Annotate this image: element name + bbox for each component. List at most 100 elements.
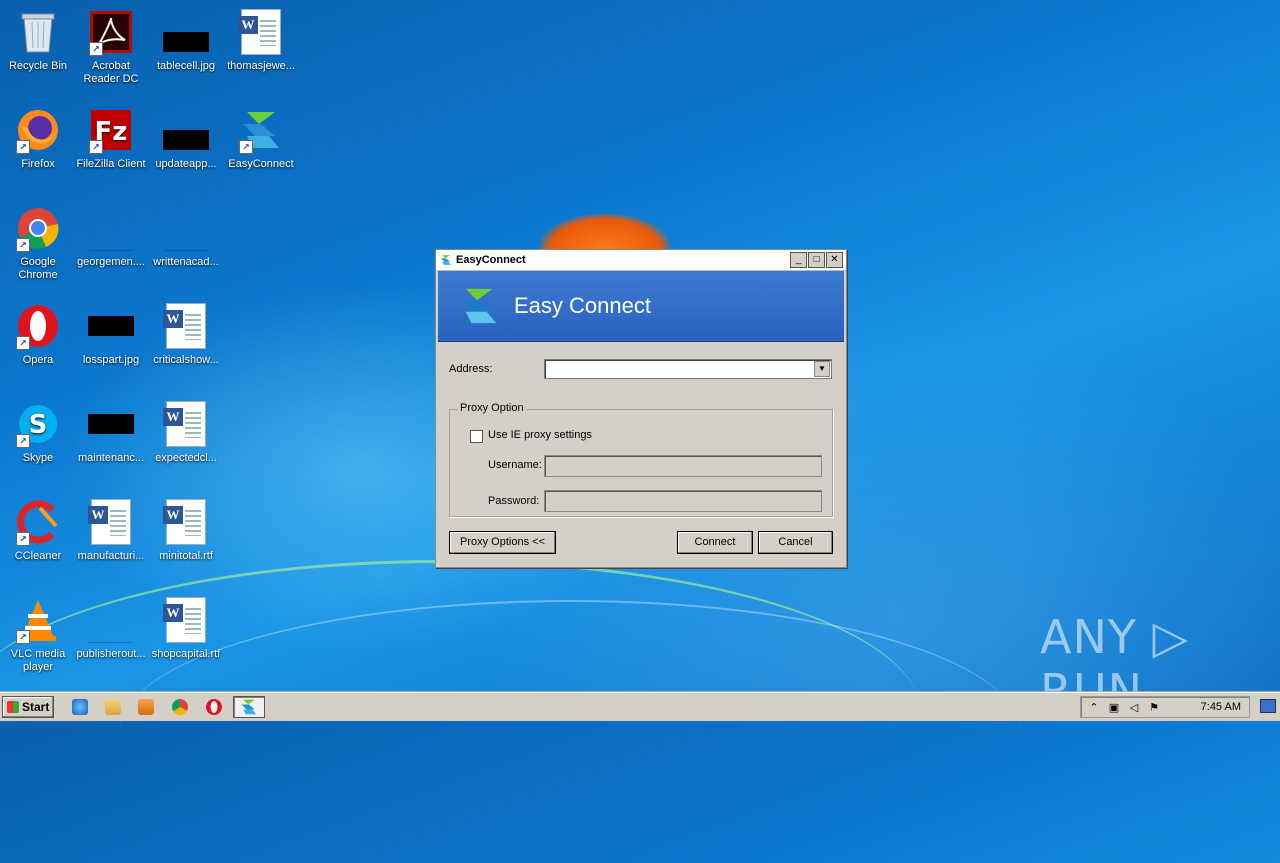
desktop-icon-word-doc[interactable]: W shopcapital.rtf <box>148 596 224 661</box>
network-icon[interactable]: ▣ <box>1107 701 1121 714</box>
password-label: Password: <box>488 495 540 507</box>
icon-label: minitotal.rtf <box>159 550 213 562</box>
acrobat-icon: ↗ <box>87 8 135 56</box>
minimize-button[interactable]: _ <box>790 252 807 268</box>
icon-label: shopcapital.rtf <box>151 648 221 660</box>
icon-label: criticalshow... <box>153 354 219 366</box>
desktop-icon-recycle-bin[interactable]: Recycle Bin <box>0 8 76 73</box>
desktop-icon-image-file[interactable]: updateapp... <box>148 106 224 171</box>
desktop-icon-file[interactable]: georgemen.... <box>73 204 149 269</box>
desktop-icon-firefox[interactable]: ↗ Firefox <box>0 106 76 171</box>
media-player-icon[interactable] <box>138 699 154 715</box>
dialog-titlebar[interactable]: EasyConnect _ □ ✕ <box>436 250 846 271</box>
address-label: Address: <box>449 363 493 375</box>
shortcut-arrow-icon: ↗ <box>16 238 30 252</box>
dialog-banner: Easy Connect <box>438 271 844 342</box>
icon-label: tablecell.jpg <box>156 60 216 72</box>
desktop-icon-file[interactable]: publisherout... <box>73 596 149 661</box>
word-document-icon: W <box>87 498 135 546</box>
proxy-group-label: Proxy Option <box>458 402 526 414</box>
desktop-icon-google-chrome[interactable]: ↗ Google Chrome <box>0 204 76 282</box>
start-label: Start <box>22 700 50 714</box>
close-button[interactable]: ✕ <box>826 252 843 268</box>
maximize-button[interactable]: □ <box>808 252 825 268</box>
chrome-icon[interactable] <box>172 699 188 715</box>
image-thumbnail-icon <box>87 302 135 350</box>
easyconnect-icon: ↗ <box>237 106 285 154</box>
icon-label: writtenacad... <box>153 256 219 268</box>
internet-explorer-icon[interactable] <box>72 699 88 715</box>
icon-label: EasyConnect <box>228 158 294 170</box>
word-document-icon: W <box>237 8 285 56</box>
flag-icon[interactable]: ⚑ <box>1147 701 1161 714</box>
username-field <box>544 455 822 477</box>
connect-button[interactable]: Connect <box>677 531 753 554</box>
icon-label: Google Chrome <box>18 256 58 281</box>
easyconnect-app-icon <box>441 255 451 265</box>
desktop-icon-vlc[interactable]: ↗ VLC media player <box>0 596 76 674</box>
icon-label: updateapp... <box>155 158 217 170</box>
desktop-icon-easyconnect[interactable]: ↗ EasyConnect <box>223 106 299 171</box>
firefox-icon: ↗ <box>14 106 62 154</box>
word-document-icon: W <box>162 596 210 644</box>
folder-icon[interactable] <box>105 699 121 715</box>
shortcut-arrow-icon: ↗ <box>89 42 103 56</box>
shortcut-arrow-icon: ↗ <box>16 532 30 546</box>
desktop-icon-ccleaner[interactable]: ↗ CCleaner <box>0 498 76 563</box>
icon-label: expectedcl... <box>155 452 217 464</box>
use-ie-proxy-checkbox[interactable] <box>470 430 483 443</box>
icon-label: manufacturi... <box>77 550 145 562</box>
image-thumbnail-icon <box>162 8 210 56</box>
desktop-icon-image-file[interactable]: tablecell.jpg <box>148 8 224 73</box>
start-button[interactable]: Start <box>2 696 54 718</box>
word-document-icon: W <box>162 498 210 546</box>
shortcut-arrow-icon: ↗ <box>239 140 253 154</box>
clock[interactable]: 7:45 AM <box>1201 701 1241 713</box>
opera-icon[interactable] <box>206 699 222 715</box>
shortcut-arrow-icon: ↗ <box>16 630 30 644</box>
address-combobox[interactable]: ▼ <box>544 359 832 379</box>
desktop-icon-word-doc[interactable]: W manufacturi... <box>73 498 149 563</box>
desktop-icon-file[interactable]: writtenacad... <box>148 204 224 269</box>
proxy-options-button[interactable]: Proxy Options << <box>449 531 556 554</box>
word-document-icon: W <box>162 302 210 350</box>
filezilla-icon: Fz ↗ <box>87 106 135 154</box>
volume-icon[interactable]: ◁ <box>1127 701 1141 714</box>
desktop-icon-acrobat-reader[interactable]: ↗ Acrobat Reader DC <box>73 8 149 86</box>
taskbar-easyconnect-button[interactable] <box>233 696 265 718</box>
file-icon <box>162 204 210 252</box>
desktop-icon-image-file[interactable]: losspart.jpg <box>73 302 149 367</box>
icon-label: Recycle Bin <box>8 60 68 72</box>
icon-label: Acrobat Reader DC <box>83 60 139 85</box>
desktop-icon-image-file[interactable]: maintenanc... <box>73 400 149 465</box>
icon-label: CCleaner <box>14 550 62 562</box>
chrome-icon: ↗ <box>14 204 62 252</box>
desktop-icon-word-doc[interactable]: W expectedcl... <box>148 400 224 465</box>
wallpaper-swirl <box>120 600 1020 862</box>
dropdown-arrow-icon[interactable]: ▼ <box>814 361 830 377</box>
show-desktop-button[interactable] <box>1260 699 1276 713</box>
shortcut-arrow-icon: ↗ <box>89 140 103 154</box>
desktop-icon-opera[interactable]: ↗ Opera <box>0 302 76 367</box>
easyconnect-logo-icon <box>461 288 497 324</box>
desktop-icon-word-doc[interactable]: W criticalshow... <box>148 302 224 367</box>
icon-label: thomasjewe... <box>227 60 295 72</box>
opera-icon: ↗ <box>14 302 62 350</box>
desktop-icon-word-doc[interactable]: W minitotal.rtf <box>148 498 224 563</box>
icon-label: publisherout... <box>76 648 146 660</box>
icon-label: Skype <box>22 452 54 464</box>
desktop-icon-word-doc[interactable]: W thomasjewe... <box>223 8 299 73</box>
use-ie-proxy-label[interactable]: Use IE proxy settings <box>488 429 592 441</box>
easyconnect-icon <box>241 699 257 715</box>
desktop-icon-filezilla[interactable]: Fz ↗ FileZilla Client <box>73 106 149 171</box>
recycle-bin-icon <box>14 8 62 56</box>
cancel-button[interactable]: Cancel <box>758 531 833 554</box>
image-thumbnail-icon <box>87 400 135 448</box>
vlc-icon: ↗ <box>14 596 62 644</box>
system-tray: ⌃ ▣ ◁ ⚑ 7:45 AM <box>1080 696 1250 718</box>
desktop-icon-skype[interactable]: S ↗ Skype <box>0 400 76 465</box>
icon-label: VLC media player <box>10 648 66 673</box>
windows-logo-icon <box>7 701 19 713</box>
chevron-up-icon[interactable]: ⌃ <box>1087 701 1101 714</box>
banner-title: Easy Connect <box>514 293 651 318</box>
